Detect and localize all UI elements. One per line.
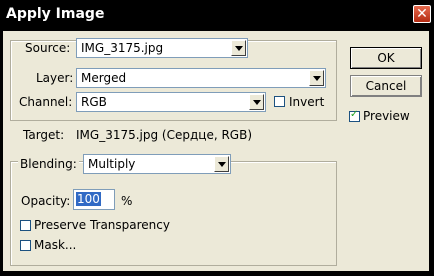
channel-label: Channel: bbox=[19, 95, 73, 109]
preview-checkbox[interactable] bbox=[349, 109, 360, 122]
invert-label[interactable]: Invert bbox=[289, 95, 324, 109]
cancel-button[interactable]: Cancel bbox=[350, 75, 422, 97]
invert-checkbox[interactable] bbox=[274, 96, 285, 107]
preserve-transparency-checkbox[interactable] bbox=[20, 220, 31, 231]
blending-value: Multiply bbox=[88, 157, 136, 171]
opacity-label: Opacity: bbox=[21, 194, 71, 208]
preserve-transparency-label[interactable]: Preserve Transparency bbox=[34, 218, 170, 232]
opacity-unit: % bbox=[121, 194, 133, 208]
opacity-value: 100 bbox=[76, 192, 101, 206]
ok-button[interactable]: OK bbox=[350, 47, 422, 69]
blending-select[interactable]: Multiply bbox=[83, 154, 231, 174]
target-value: IMG_3175.jpg (Сердце, RGB) bbox=[76, 128, 253, 142]
source-value: IMG_3175.jpg bbox=[81, 41, 164, 55]
source-label: Source: bbox=[25, 41, 71, 55]
mask-label[interactable]: Mask... bbox=[34, 238, 76, 252]
blending-label: Blending: bbox=[18, 157, 79, 171]
channel-select[interactable]: RGB bbox=[76, 92, 266, 112]
apply-image-dialog: Apply Image ✕ Source: IMG_3175.jpg Layer… bbox=[0, 0, 434, 276]
channel-value: RGB bbox=[81, 95, 107, 109]
mask-checkbox[interactable] bbox=[20, 240, 31, 251]
chevron-down-icon[interactable] bbox=[249, 94, 264, 110]
dialog-title: Apply Image bbox=[6, 6, 105, 22]
layer-value: Merged bbox=[81, 71, 127, 85]
chevron-down-icon[interactable] bbox=[214, 156, 229, 172]
close-icon[interactable]: ✕ bbox=[413, 5, 431, 23]
dialog-body: Source: IMG_3175.jpg Layer: Merged Chann… bbox=[3, 31, 429, 271]
layer-select[interactable]: Merged bbox=[76, 68, 326, 88]
source-select[interactable]: IMG_3175.jpg bbox=[76, 38, 248, 58]
layer-label: Layer: bbox=[36, 71, 74, 85]
title-bar[interactable]: Apply Image ✕ bbox=[0, 0, 434, 31]
chevron-down-icon[interactable] bbox=[309, 70, 324, 86]
preview-label[interactable]: Preview bbox=[363, 109, 410, 123]
opacity-input[interactable]: 100 bbox=[73, 189, 115, 210]
target-label: Target: bbox=[23, 128, 65, 142]
chevron-down-icon[interactable] bbox=[231, 40, 246, 56]
